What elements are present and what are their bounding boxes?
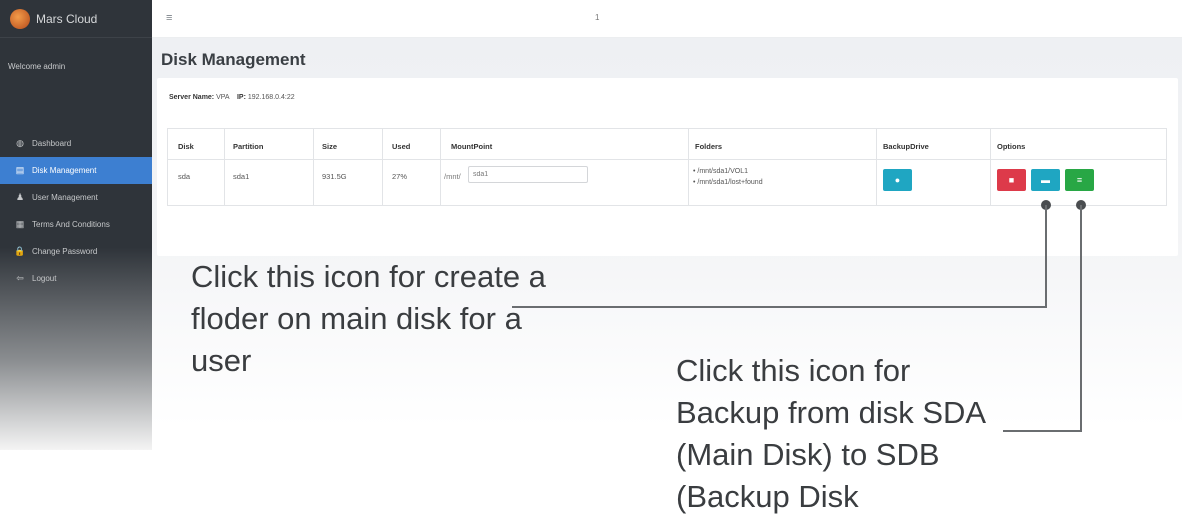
callout-backup: Click this icon for Backup from disk SDA… (676, 353, 985, 514)
folder-icon: ▬ (1041, 175, 1050, 185)
disk-icon: ▤ (15, 165, 25, 175)
folder-item: /mnt/sda1/lost+found (693, 177, 762, 188)
stop-icon: ■ (1008, 175, 1015, 185)
callout-line-backup-vertical (1080, 205, 1082, 432)
header-size: Size (322, 142, 338, 151)
header-options: Options (997, 142, 1026, 151)
mount-prefix: /mnt/ (444, 172, 461, 181)
column-divider (313, 129, 314, 205)
column-divider (876, 129, 877, 205)
delete-button[interactable]: ■ (997, 169, 1026, 191)
welcome-text: Welcome admin (8, 62, 66, 71)
header-backupdrive: BackupDrive (883, 142, 929, 151)
page-title: Disk Management (161, 50, 306, 69)
header-divider (168, 159, 1166, 160)
server-ip-label: IP: (236, 94, 246, 101)
backup-drive-button[interactable]: ● (883, 169, 912, 191)
cell-used: 27% (392, 172, 408, 181)
mars-logo-icon (10, 8, 30, 29)
user-icon: ♟ (15, 192, 25, 202)
cell-disk: sda (178, 172, 191, 181)
hamburger-menu-icon[interactable]: ≡ (166, 12, 172, 24)
dashboard-icon: ◍ (16, 138, 24, 148)
sidebar-item-label: Logout (32, 274, 57, 283)
callout-create-folder: Click this icon for create a floder on m… (191, 259, 546, 378)
column-divider (224, 129, 225, 205)
sidebar-item-change-password[interactable]: 🔒 Change Password (0, 238, 152, 265)
callout-line-folder-horizontal (512, 306, 1047, 308)
cell-partition: sda1 (233, 172, 250, 181)
folder-list: /mnt/sda1/VOL1 /mnt/sda1/lost+found (693, 166, 763, 188)
column-divider (688, 129, 689, 205)
lock-icon: 🔒 (14, 246, 26, 256)
sidebar: Mars Cloud Welcome admin ◍ Dashboard ▤ D… (0, 0, 152, 450)
sidebar-item-label: Disk Management (32, 166, 97, 175)
brand-name: Mars Cloud (36, 11, 98, 26)
sidebar-nav: ◍ Dashboard ▤ Disk Management ♟ User Man… (0, 130, 152, 292)
column-divider (440, 129, 441, 205)
server-ip: 192.168.0.4:22 (247, 94, 295, 101)
server-info: Server Name: VPA IP: 192.168.0.4:22 (169, 94, 295, 101)
database-icon: ≡ (1076, 175, 1083, 185)
disk-table: Disk Partition Size Used MountPoint Fold… (167, 128, 1167, 206)
header-folders: Folders (695, 142, 723, 151)
callout-line-backup-horizontal (1003, 430, 1082, 432)
topbar: ≡ 1 (152, 0, 1182, 38)
column-divider (990, 129, 991, 205)
callout-line-folder-vertical (1045, 205, 1047, 307)
circle-icon: ● (894, 175, 901, 185)
sidebar-item-terms[interactable]: ▦ Terms And Conditions (0, 211, 152, 238)
document-icon: ▦ (15, 219, 25, 229)
sidebar-item-label: Terms And Conditions (32, 220, 110, 229)
cell-size: 931.5G (322, 172, 347, 181)
server-name-label: Server Name: (169, 94, 215, 101)
header-disk: Disk (178, 142, 194, 151)
server-name: VPA (216, 94, 230, 101)
brand[interactable]: Mars Cloud (0, 0, 152, 38)
disk-card: Server Name: VPA IP: 192.168.0.4:22 Disk… (157, 78, 1178, 256)
sidebar-item-label: Change Password (32, 247, 98, 256)
header-mountpoint: MountPoint (451, 142, 493, 151)
create-folder-button[interactable]: ▬ (1031, 169, 1060, 191)
folder-item: /mnt/sda1/VOL1 (693, 166, 763, 177)
backup-button[interactable]: ≡ (1065, 169, 1094, 191)
sidebar-item-dashboard[interactable]: ◍ Dashboard (0, 130, 152, 157)
header-partition: Partition (233, 142, 264, 151)
logout-icon: ⇦ (16, 273, 24, 283)
sidebar-item-label: User Management (32, 193, 98, 202)
notification-count[interactable]: 1 (595, 13, 599, 22)
header-used: Used (392, 142, 411, 151)
sidebar-item-user-management[interactable]: ♟ User Management (0, 184, 152, 211)
sidebar-item-label: Dashboard (32, 139, 72, 148)
sidebar-item-disk-management[interactable]: ▤ Disk Management (0, 157, 152, 184)
column-divider (382, 129, 383, 205)
sidebar-item-logout[interactable]: ⇦ Logout (0, 265, 152, 292)
mountpoint-input[interactable] (468, 166, 588, 183)
